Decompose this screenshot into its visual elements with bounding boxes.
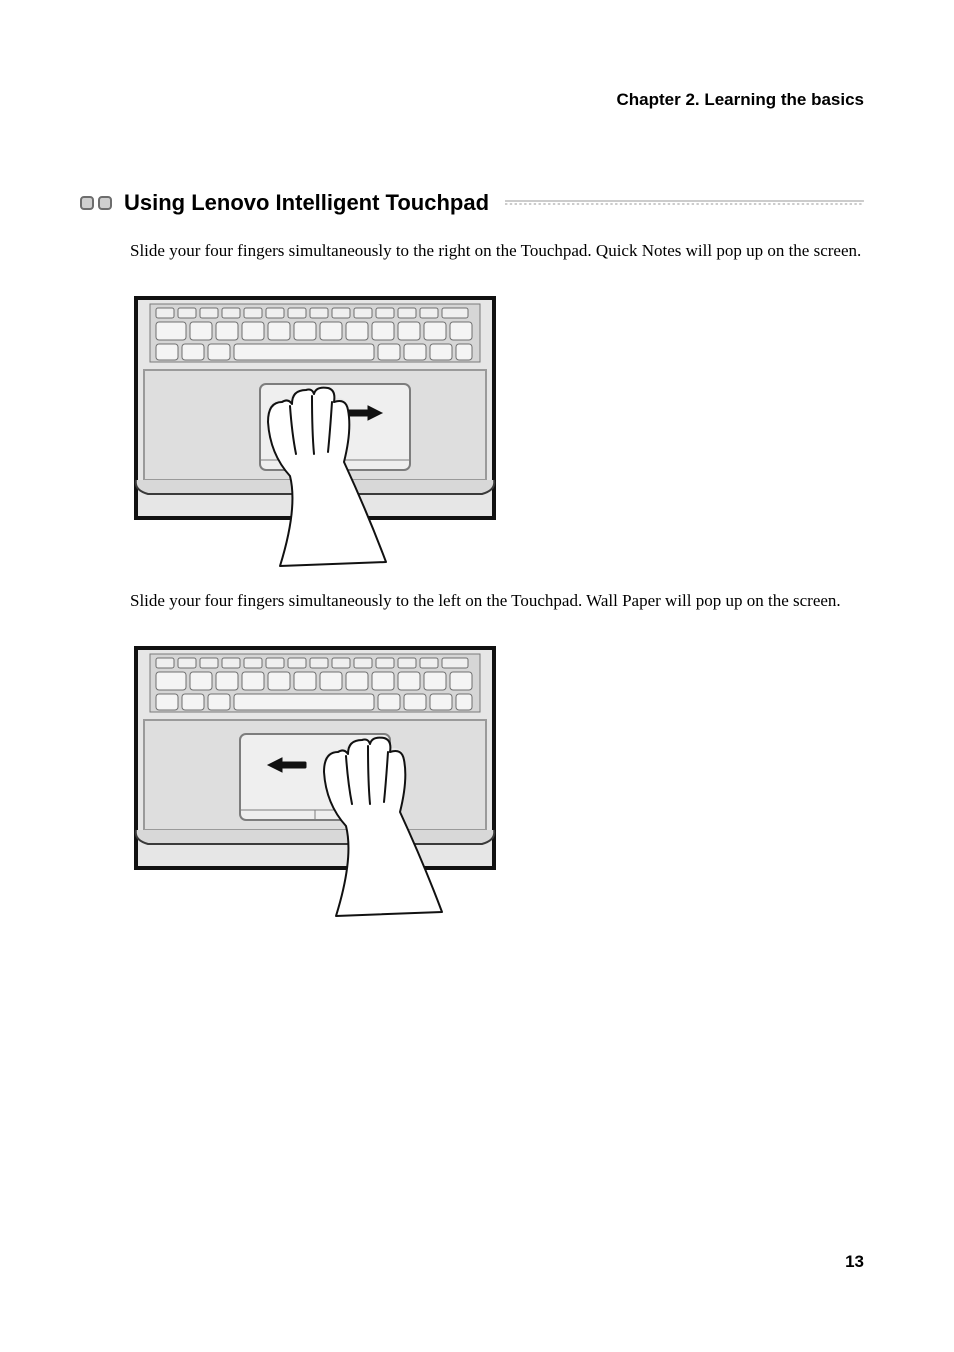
square-bullet-icon [98, 196, 112, 210]
section-heading-row: Using Lenovo Intelligent Touchpad [80, 190, 864, 216]
illustration-swipe-right [130, 294, 500, 574]
section-title: Using Lenovo Intelligent Touchpad [124, 190, 489, 216]
section-bullet-icons [80, 196, 112, 210]
page-number: 13 [845, 1252, 864, 1272]
paragraph-swipe-left: Slide your four fingers simultaneously t… [130, 590, 864, 613]
square-bullet-icon [80, 196, 94, 210]
heading-rule [505, 200, 864, 206]
illustration-swipe-left [130, 644, 500, 924]
paragraph-swipe-right: Slide your four fingers simultaneously t… [130, 240, 864, 263]
chapter-header: Chapter 2. Learning the basics [616, 90, 864, 110]
